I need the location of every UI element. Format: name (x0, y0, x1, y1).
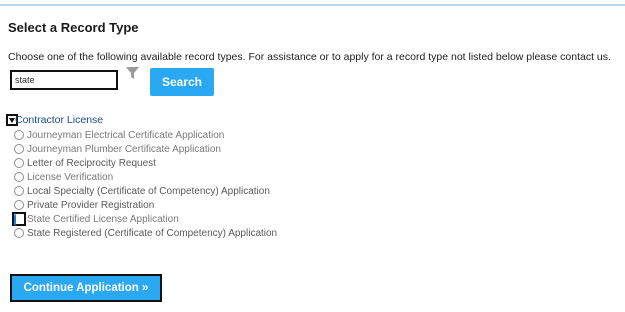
top-divider (0, 4, 625, 6)
record-type-option[interactable]: State Registered (Certificate of Compete… (14, 226, 277, 240)
radio-button[interactable] (14, 200, 24, 210)
page-title: Select a Record Type (8, 20, 139, 35)
record-type-list: Journeyman Electrical Certificate Applic… (12, 128, 277, 240)
record-type-label[interactable]: State Registered (Certificate of Compete… (27, 228, 277, 239)
record-type-label[interactable]: State Certified License Application (27, 214, 179, 225)
record-type-option-selected[interactable]: State Certified License Application (12, 212, 277, 226)
radio-button[interactable] (14, 144, 24, 154)
radio-button[interactable] (14, 158, 24, 168)
record-type-option[interactable]: License Verification (14, 170, 277, 184)
record-type-label[interactable]: Letter of Reciprocity Request (27, 158, 156, 169)
radio-button[interactable] (14, 228, 24, 238)
radio-button[interactable] (14, 130, 24, 140)
search-button[interactable]: Search (150, 68, 214, 96)
record-type-label[interactable]: Journeyman Plumber Certificate Applicati… (27, 144, 221, 155)
instructions-text: Choose one of the following available re… (8, 51, 611, 63)
search-input[interactable] (10, 70, 118, 90)
radio-button[interactable] (14, 172, 24, 182)
record-type-option[interactable]: Letter of Reciprocity Request (14, 156, 277, 170)
continue-application-button[interactable]: Continue Application » (10, 274, 162, 302)
record-type-option[interactable]: Local Specialty (Certificate of Competen… (14, 184, 277, 198)
radio-button-selected[interactable] (14, 213, 16, 226)
record-type-label[interactable]: Journeyman Electrical Certificate Applic… (27, 130, 224, 141)
record-type-label[interactable]: Local Specialty (Certificate of Competen… (27, 186, 270, 197)
filter-icon[interactable] (125, 66, 140, 80)
record-type-label[interactable]: License Verification (27, 172, 113, 183)
record-type-option[interactable]: Private Provider Registration (14, 198, 277, 212)
group-label[interactable]: Contractor License (15, 114, 103, 126)
record-type-option[interactable]: Journeyman Plumber Certificate Applicati… (14, 142, 277, 156)
record-type-label[interactable]: Private Provider Registration (27, 200, 154, 211)
record-type-option[interactable]: Journeyman Electrical Certificate Applic… (14, 128, 277, 142)
radio-button[interactable] (14, 186, 24, 196)
